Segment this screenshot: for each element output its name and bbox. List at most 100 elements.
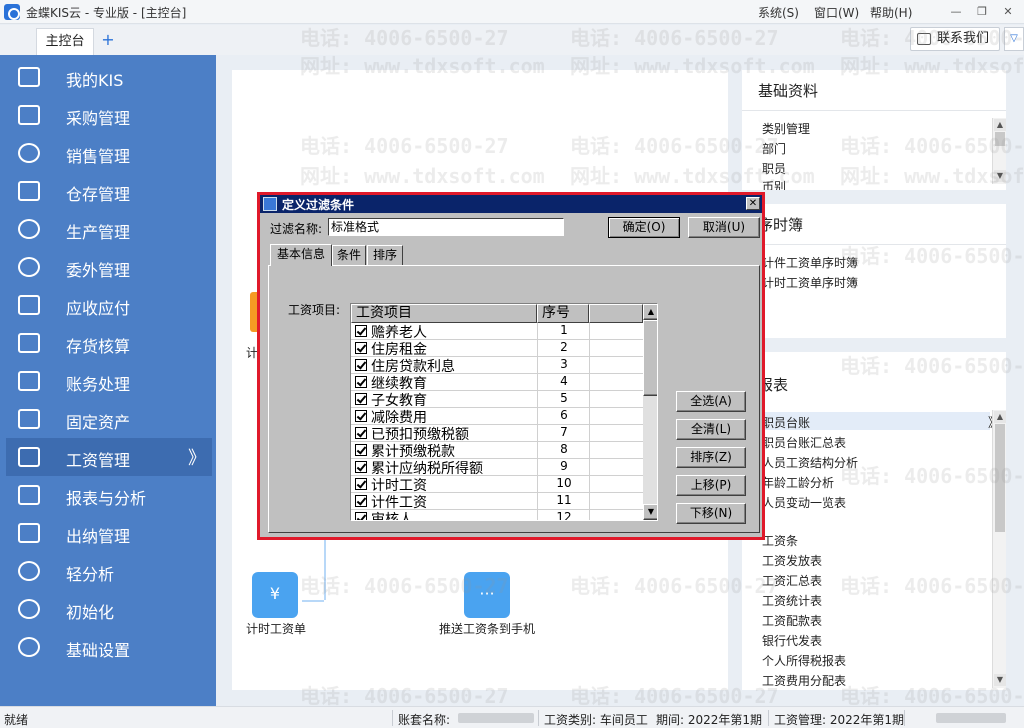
scroll-thumb[interactable]	[995, 132, 1005, 146]
sidebar-item-reports[interactable]: 报表与分析	[0, 476, 216, 514]
sidebar-item-fixed-assets[interactable]: 固定资产	[0, 400, 216, 438]
row-checkbox[interactable]	[355, 478, 367, 490]
menu-system[interactable]: 系统(S)	[758, 4, 799, 21]
grid-scrollbar[interactable]: ▲ ▼	[643, 304, 657, 520]
list-item[interactable]: 职员	[762, 160, 786, 177]
row-checkbox[interactable]	[355, 359, 367, 371]
tab-sort[interactable]: 排序	[367, 245, 403, 265]
sidebar-item-salary[interactable]: 工资管理 》	[6, 438, 212, 476]
row-checkbox[interactable]	[355, 410, 367, 422]
table-row[interactable]: 已预扣预缴税额 7	[351, 425, 643, 443]
tab-conditions[interactable]: 条件	[332, 245, 366, 265]
clear-all-button[interactable]: 全清(L)	[676, 419, 746, 440]
sidebar-item-purchase[interactable]: 采购管理	[0, 96, 216, 134]
list-item[interactable]: 工资统计表	[762, 592, 822, 609]
sidebar-item-production[interactable]: 生产管理	[0, 210, 216, 248]
list-item[interactable]: 工资配款表	[762, 612, 822, 629]
row-checkbox[interactable]	[355, 376, 367, 388]
collapse-icon[interactable]: ▽	[1004, 27, 1024, 51]
hourly-wage-icon[interactable]: ¥	[252, 572, 298, 618]
column-header-seq[interactable]: 序号	[537, 304, 589, 323]
row-checkbox[interactable]	[355, 461, 367, 473]
row-checkbox[interactable]	[355, 495, 367, 507]
row-checkbox[interactable]	[355, 444, 367, 456]
tab-basic-info[interactable]: 基本信息	[270, 244, 332, 266]
list-item[interactable]: 职员台账	[762, 414, 810, 431]
row-checkbox[interactable]	[355, 325, 367, 337]
sidebar-item-cashier[interactable]: 出纳管理	[0, 514, 216, 552]
list-item[interactable]: 工资发放表	[762, 552, 822, 569]
scroll-thumb[interactable]	[995, 424, 1005, 532]
table-row[interactable]: 住房租金 2	[351, 340, 643, 358]
scrollbar[interactable]: ▲ ▼	[992, 118, 1006, 184]
list-item[interactable]: 工资汇总表	[762, 572, 822, 589]
dialog-title-bar[interactable]: 定义过滤条件 ✕	[260, 195, 762, 213]
row-checkbox[interactable]	[355, 393, 367, 405]
minimize-button[interactable]: —	[944, 2, 968, 22]
list-item[interactable]: 个人所得税报表	[762, 652, 846, 669]
list-item[interactable]: 计件工资单序时簿	[762, 254, 858, 271]
sidebar-item-receivable[interactable]: 应收应付	[0, 286, 216, 324]
sidebar-item-outsource[interactable]: 委外管理	[0, 248, 216, 286]
list-item[interactable]: 人员工资结构分析	[762, 454, 858, 471]
row-checkbox[interactable]	[355, 512, 367, 520]
sidebar-item-initialize[interactable]: 初始化	[0, 590, 216, 628]
list-item[interactable]: 币别	[762, 178, 786, 190]
table-row[interactable]: 继续教育 4	[351, 374, 643, 392]
select-all-button[interactable]: 全选(A)	[676, 391, 746, 412]
salary-items-grid[interactable]: 工资项目 序号 赡养老人 1 住房租金 2 住房贷款利息 3 继续教育 4 子女教育 5 …	[350, 303, 658, 521]
sidebar-item-accounting[interactable]: 账务处理	[0, 362, 216, 400]
move-up-button[interactable]: 上移(P)	[676, 475, 746, 496]
table-row[interactable]: 累计预缴税款 8	[351, 442, 643, 460]
tab-main-console[interactable]: 主控台	[36, 28, 94, 55]
scroll-down-icon[interactable]: ▼	[994, 170, 1006, 182]
sidebar-item-basic-settings[interactable]: 基础设置	[0, 628, 216, 666]
list-item[interactable]: 计时工资单序时簿	[762, 274, 858, 291]
menu-window[interactable]: 窗口(W)	[814, 4, 859, 21]
scroll-down-icon[interactable]: ▼	[643, 504, 657, 520]
sidebar-item-light-analysis[interactable]: 轻分析	[0, 552, 216, 590]
column-header-item[interactable]: 工资项目	[351, 304, 537, 323]
scroll-up-icon[interactable]: ▲	[994, 119, 1006, 131]
list-item[interactable]: 类别管理	[762, 120, 810, 137]
scroll-up-icon[interactable]: ▲	[643, 304, 657, 320]
table-row[interactable]: 计件工资 11	[351, 493, 643, 511]
table-row[interactable]: 子女教育 5	[351, 391, 643, 409]
sidebar-item-sales[interactable]: 销售管理	[0, 134, 216, 172]
move-down-button[interactable]: 下移(N)	[676, 503, 746, 524]
column-header-blank[interactable]	[589, 304, 643, 323]
scroll-up-icon[interactable]: ▲	[994, 411, 1006, 423]
push-payslip-label[interactable]: 推送工资条到手机	[439, 620, 535, 637]
add-tab-icon[interactable]: +	[100, 32, 116, 49]
list-item[interactable]: 银行代发表	[762, 632, 822, 649]
cancel-button[interactable]: 取消(U)	[688, 217, 760, 238]
row-checkbox[interactable]	[355, 427, 367, 439]
close-icon[interactable]: ✕	[746, 197, 760, 210]
list-item[interactable]: 人员变动一览表	[762, 494, 846, 511]
scroll-down-icon[interactable]: ▼	[994, 674, 1006, 686]
sidebar-item-my-kis[interactable]: 我的KIS	[0, 58, 216, 96]
scroll-thumb[interactable]	[643, 320, 657, 396]
list-item[interactable]: 部门	[762, 140, 786, 157]
ok-button[interactable]: 确定(O)	[608, 217, 680, 238]
table-row[interactable]: 住房贷款利息 3	[351, 357, 643, 375]
list-item[interactable]: 工资条	[762, 532, 798, 549]
table-row[interactable]: 审核人 12	[351, 510, 643, 520]
push-payslip-icon[interactable]: ···	[464, 572, 510, 618]
list-item[interactable]: 职员台账汇总表	[762, 434, 846, 451]
sidebar-item-warehouse[interactable]: 仓存管理	[0, 172, 216, 210]
table-row[interactable]: 减除费用 6	[351, 408, 643, 426]
restore-button[interactable]: ❐	[970, 2, 994, 22]
table-row[interactable]: 累计应纳税所得额 9	[351, 459, 643, 477]
contact-us-button[interactable]: 联系我们	[910, 27, 1000, 51]
table-row[interactable]: 计时工资 10	[351, 476, 643, 494]
scrollbar[interactable]: ▲ ▼	[992, 410, 1006, 688]
row-checkbox[interactable]	[355, 342, 367, 354]
close-window-button[interactable]: ✕	[996, 2, 1020, 22]
list-item[interactable]: 工资费用分配表	[762, 672, 846, 686]
menu-help[interactable]: 帮助(H)	[870, 4, 912, 21]
hourly-wage-label[interactable]: 计时工资单	[246, 620, 306, 637]
table-row[interactable]: 赡养老人 1	[351, 323, 643, 341]
list-item[interactable]: 年龄工龄分析	[762, 474, 834, 491]
sort-button[interactable]: 排序(Z)	[676, 447, 746, 468]
